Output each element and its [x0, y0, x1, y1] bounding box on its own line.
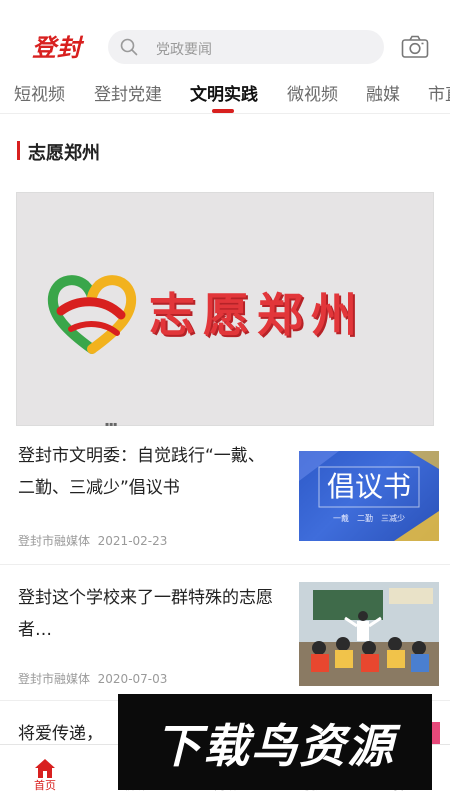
category-tabs: 短视频 登封党建 文明实践 微视频 融媒 市直: [0, 76, 450, 114]
search-icon: [120, 38, 138, 56]
app-screen: 登封 党政要闻 短视频 登封党建 文明实践 微视频 融媒 市直 志愿郑州: [0, 0, 450, 800]
news-thumbnail: [299, 582, 439, 686]
banner-image[interactable]: 志愿郑州 ▪▪▪: [16, 192, 434, 428]
news-date: 2021-02-23: [97, 534, 168, 548]
app-logo[interactable]: 登封: [32, 28, 82, 63]
search-bar[interactable]: 党政要闻: [108, 30, 384, 64]
header: 登封 党政要闻: [0, 0, 450, 68]
news-meta: 登封市融媒体 2020-07-03: [18, 670, 167, 687]
news-source: 登封市融媒体: [18, 534, 91, 548]
section-marker: [17, 141, 20, 160]
thumbnail-edge: [432, 722, 440, 744]
thumbnail-subtitle: 一戴 二勤 三减少: [333, 514, 405, 523]
tab-city[interactable]: 市直: [428, 80, 450, 105]
news-thumbnail: 倡议书 一戴 二勤 三减少: [299, 451, 439, 541]
heart-hands-logo-icon: [47, 275, 137, 354]
watermark-text: 下载鸟资源: [155, 719, 395, 773]
news-title: 登封市文明委：自觉践行“一戴、二勤、三减少”倡议书: [18, 446, 265, 498]
classroom-photo-icon: [299, 582, 439, 686]
tab-short-video[interactable]: 短视频: [14, 80, 65, 105]
tab-micro-video[interactable]: 微视频: [287, 80, 338, 105]
bottom-tab-label: 首页: [34, 779, 56, 792]
thumbnail-title: 倡议书: [326, 470, 411, 503]
divider: [0, 564, 450, 565]
banner-title: 志愿郑州: [149, 288, 365, 342]
news-meta: 登封市融媒体 2021-02-23: [18, 532, 167, 549]
watermark-overlay: 下载鸟资源: [118, 694, 432, 790]
section-title: 志愿郑州: [28, 143, 100, 164]
tab-media[interactable]: 融媒: [366, 80, 400, 105]
bottom-tab-home[interactable]: 首页: [15, 749, 75, 793]
news-date: 2020-07-03: [97, 672, 168, 686]
tab-civilization-practice[interactable]: 文明实践: [190, 80, 258, 105]
search-placeholder: 党政要闻: [156, 42, 212, 58]
banner-pagination-dots: ▪▪▪: [105, 421, 118, 428]
news-source: 登封市融媒体: [18, 672, 91, 686]
home-icon: [35, 759, 55, 778]
camera-icon[interactable]: [401, 35, 429, 59]
active-tab-indicator: [212, 109, 234, 113]
tab-party-building[interactable]: 登封党建: [94, 80, 162, 105]
news-title: 登封这个学校来了一群特殊的志愿者…: [18, 588, 273, 640]
